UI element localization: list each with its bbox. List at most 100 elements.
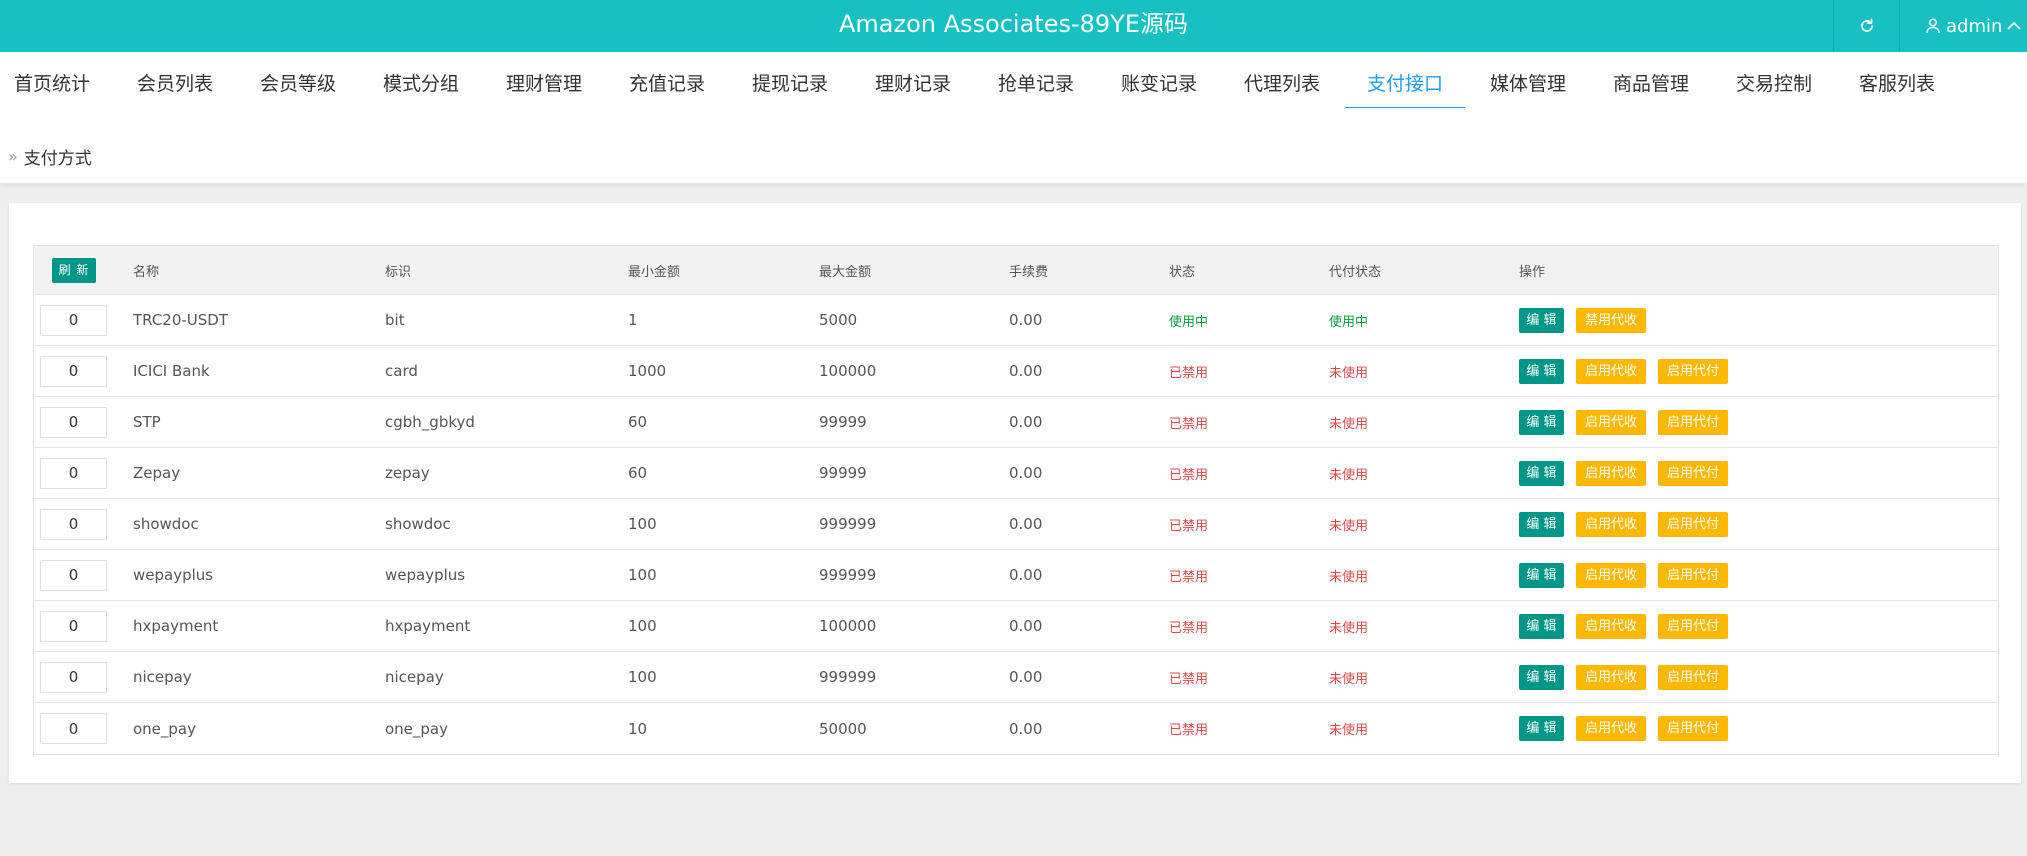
nav-item[interactable]: 会员列表 (137, 52, 213, 108)
status-cell: 使用中 (1169, 314, 1209, 330)
nav-item[interactable]: 理财管理 (506, 52, 582, 108)
edit-button[interactable]: 编 辑 (1519, 664, 1564, 690)
edit-button[interactable]: 编 辑 (1519, 358, 1564, 384)
status-cell: 已禁用 (1169, 723, 1209, 738)
edit-button[interactable]: 编 辑 (1519, 460, 1564, 486)
column-header-actions: 操作 (1519, 264, 1546, 280)
payout-status-cell: 未使用 (1329, 671, 1369, 687)
payout-toggle-button[interactable]: 启用代付 (1658, 613, 1728, 639)
column-header-name: 名称 (133, 264, 160, 280)
payout-toggle-button[interactable]: 启用代付 (1658, 511, 1728, 537)
min-amount-cell: 60 (628, 464, 648, 482)
user-icon (1926, 18, 1940, 34)
column-header-code: 标识 (385, 264, 412, 280)
nav-item[interactable]: 首页统计 (14, 52, 90, 108)
collection-toggle-button[interactable]: 启用代收 (1576, 664, 1646, 690)
min-amount-cell: 100 (628, 617, 657, 635)
nav-item[interactable]: 商品管理 (1613, 52, 1689, 108)
nav-item[interactable]: 模式分组 (383, 52, 459, 108)
fee-cell: 0.00 (1009, 668, 1043, 686)
sort-cell (40, 448, 107, 498)
nav-item[interactable]: 支付接口 (1344, 52, 1466, 110)
collection-toggle-button[interactable]: 启用代收 (1576, 716, 1646, 741)
sort-cell (40, 499, 107, 549)
table-row: showdoc showdoc 100 999999 0.00 已禁用 未使用 编 辑启用代收… (34, 499, 1998, 550)
nav-item[interactable]: 交易控制 (1736, 52, 1812, 108)
table-row: hxpayment hxpayment 100 100000 0.00 已禁用 未使用 编 辑… (34, 601, 1998, 652)
max-amount-cell: 100000 (819, 617, 877, 635)
user-menu[interactable]: admin (1899, 0, 2027, 52)
edit-button[interactable]: 编 辑 (1519, 307, 1564, 333)
nav-item[interactable]: 客服列表 (1859, 52, 1935, 108)
edit-button[interactable]: 编 辑 (1519, 613, 1564, 639)
sort-order-input[interactable] (40, 559, 107, 591)
collection-toggle-button[interactable]: 启用代收 (1576, 409, 1646, 435)
payout-toggle-button[interactable]: 启用代付 (1658, 409, 1728, 435)
sort-order-input[interactable] (40, 406, 107, 438)
collection-toggle-button[interactable]: 启用代收 (1576, 460, 1646, 486)
sort-order-input[interactable] (40, 304, 107, 336)
sort-order-input[interactable] (40, 713, 107, 744)
table-row: STP cgbh_gbkyd 60 99999 0.00 已禁用 未使用 编 辑启用代收启用代… (34, 397, 1998, 448)
sort-cell (40, 397, 107, 447)
name-cell: one_pay (133, 719, 197, 738)
edit-button[interactable]: 编 辑 (1519, 716, 1564, 741)
refresh-table-button[interactable]: 刷 新 (52, 258, 96, 283)
payout-toggle-button[interactable]: 启用代付 (1658, 562, 1728, 588)
collection-toggle-button[interactable]: 启用代收 (1576, 358, 1646, 384)
sort-order-input[interactable] (40, 355, 107, 387)
collection-toggle-button[interactable]: 启用代收 (1576, 562, 1646, 588)
nav-item[interactable]: 代理列表 (1244, 52, 1320, 108)
nav-item[interactable]: 账变记录 (1121, 52, 1197, 108)
fee-cell: 0.00 (1009, 464, 1043, 482)
column-header-max-amount: 最大金额 (819, 264, 872, 280)
sort-order-input[interactable] (40, 508, 107, 540)
nav-item[interactable]: 抢单记录 (998, 52, 1074, 108)
payout-status-cell: 未使用 (1329, 518, 1369, 534)
payout-toggle-button[interactable]: 启用代付 (1658, 716, 1728, 741)
collection-toggle-button[interactable]: 禁用代收 (1576, 307, 1646, 333)
sort-order-input[interactable] (40, 457, 107, 489)
breadcrumb: » 支付方式 (8, 144, 92, 169)
double-chevron-icon: » (8, 147, 18, 166)
refresh-page-button[interactable] (1833, 0, 1899, 52)
sort-cell (40, 601, 107, 651)
payout-status-cell: 未使用 (1329, 723, 1369, 738)
payout-status-cell: 未使用 (1329, 416, 1369, 432)
edit-button[interactable]: 编 辑 (1519, 562, 1564, 588)
actions-cell: 编 辑启用代收 启用代付 (1519, 703, 1740, 754)
payout-status-cell: 未使用 (1329, 467, 1369, 483)
nav-item[interactable]: 提现记录 (752, 52, 828, 108)
nav-item[interactable]: 理财记录 (875, 52, 951, 108)
collection-toggle-button[interactable]: 启用代收 (1576, 613, 1646, 639)
edit-button[interactable]: 编 辑 (1519, 511, 1564, 537)
code-cell: hxpayment (385, 617, 471, 635)
sort-order-input[interactable] (40, 610, 107, 642)
nav-item[interactable]: 会员等级 (260, 52, 336, 108)
min-amount-cell: 10 (628, 719, 648, 738)
nav-item[interactable]: 充值记录 (629, 52, 705, 108)
payment-methods-table: 刷 新 名称 标识 最小金额 最大金额 手续费 状态 代付状态 操作 TRC20… (33, 245, 1999, 755)
fee-cell: 0.00 (1009, 311, 1043, 329)
name-cell: ICICI Bank (133, 362, 210, 380)
table-header: 刷 新 名称 标识 最小金额 最大金额 手续费 状态 代付状态 操作 (34, 246, 1998, 295)
code-cell: cgbh_gbkyd (385, 413, 475, 431)
collection-toggle-button[interactable]: 启用代收 (1576, 511, 1646, 537)
max-amount-cell: 999999 (819, 515, 877, 533)
name-cell: showdoc (133, 515, 199, 533)
actions-cell: 编 辑启用代收 启用代付 (1519, 550, 1740, 600)
edit-button[interactable]: 编 辑 (1519, 409, 1564, 435)
nav-item[interactable]: 媒体管理 (1490, 52, 1566, 108)
column-header-payout-status: 代付状态 (1329, 264, 1382, 280)
payout-toggle-button[interactable]: 启用代付 (1658, 358, 1728, 384)
sort-order-input[interactable] (40, 661, 107, 693)
max-amount-cell: 100000 (819, 362, 877, 380)
max-amount-cell: 5000 (819, 311, 858, 329)
table-row: Zepay zepay 60 99999 0.00 已禁用 未使用 编 辑启用代收启用代付 (34, 448, 1998, 499)
actions-cell: 编 辑启用代收 启用代付 (1519, 346, 1740, 396)
payout-toggle-button[interactable]: 启用代付 (1658, 460, 1728, 486)
table-row: one_pay one_pay 10 50000 0.00 已禁用 未使用 编 辑启用代收启用… (34, 703, 1998, 754)
sort-cell (40, 295, 107, 345)
payout-toggle-button[interactable]: 启用代付 (1658, 664, 1728, 690)
sort-cell (40, 652, 107, 702)
